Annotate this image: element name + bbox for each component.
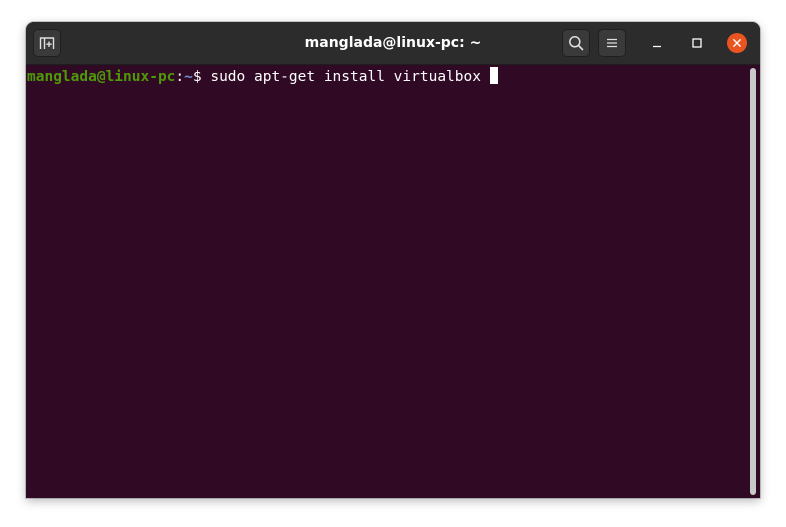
prompt-separator: : [175,69,185,85]
close-icon [733,39,741,47]
maximize-icon [692,38,702,48]
text-cursor [489,67,498,84]
terminal-area[interactable]: manglada@linux-pc:~$ sudo apt-get instal… [26,65,760,498]
command-line: manglada@linux-pc:~$ sudo apt-get instal… [27,67,498,86]
new-tab-icon [39,37,55,49]
prompt-symbol: $ [192,69,211,85]
minimize-button[interactable] [647,33,667,53]
title-bar[interactable]: manglada@linux-pc: ~ [26,22,760,65]
command-text: sudo apt-get install virtualbox [210,69,481,85]
hamburger-menu-icon [607,38,617,48]
vertical-scrollbar[interactable] [750,68,756,495]
menu-button[interactable] [598,29,626,57]
prompt-user: manglada@linux-pc [27,69,176,85]
minimize-icon [653,45,661,48]
search-icon [569,36,584,51]
new-tab-button[interactable] [33,29,61,57]
prompt-path: ~ [184,69,193,85]
maximize-button[interactable] [687,33,707,53]
terminal-window: manglada@linux-pc: ~ manglada@linux-pc:~… [26,22,760,498]
search-button[interactable] [562,29,590,57]
close-button[interactable] [727,33,747,53]
